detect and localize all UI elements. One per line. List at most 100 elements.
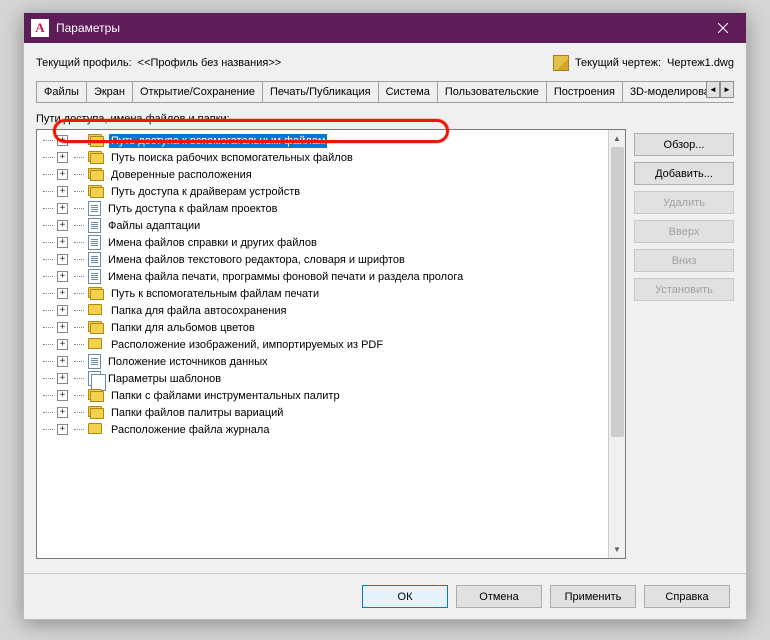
expand-icon[interactable]: + [57,203,68,214]
current-profile-label: Текущий профиль: [36,57,132,69]
tree-row-label: Путь поиска рабочих вспомогательных файл… [109,151,355,165]
folder-stack-icon [88,168,104,182]
tree-row[interactable]: + Папка для файла автосохранения [37,302,608,319]
folder-icon [88,304,104,318]
tab-4[interactable]: Система [378,81,438,102]
tree-row[interactable]: + Путь доступа к файлам проектов [37,200,608,217]
tree-row[interactable]: +Имена файлов справки и других файлов [37,234,608,251]
tree-row-label: Путь доступа к файлам проектов [106,202,280,216]
tab-2[interactable]: Открытие/Сохранение [132,81,263,102]
tree-row-label: Имена файла печати, программы фоновой пе… [106,270,465,284]
current-profile-value: <<Профиль без названия>> [138,57,282,69]
tab-0[interactable]: Файлы [36,81,87,102]
tab-scroll-left[interactable]: ◄ [706,81,720,98]
expand-icon[interactable]: + [57,288,68,299]
tree-row-label: Папка для файла автосохранения [109,304,288,318]
tree-row[interactable]: + Имена файла печати, программы фоновой п… [37,268,608,285]
folder-icon [88,338,104,352]
profile-row: Текущий профиль: <<Профиль без названия>… [36,51,734,75]
expand-icon[interactable]: + [57,322,68,333]
tree-row[interactable]: + Папки с файлами инструментальных палитр [37,387,608,404]
tab-6[interactable]: Построения [546,81,623,102]
tree-row-label: Папки для альбомов цветов [109,321,257,335]
expand-icon[interactable]: + [57,152,68,163]
close-icon [718,23,728,33]
expand-icon[interactable]: + [57,135,68,146]
tree-row[interactable]: +Путь доступа к вспомогательным файлам [37,132,608,149]
expand-icon[interactable]: + [57,373,68,384]
scroll-thumb[interactable] [611,147,624,437]
tree-row[interactable]: + Путь доступа к драйверам устройств [37,183,608,200]
expand-icon[interactable]: + [57,271,68,282]
tree-scrollbar[interactable]: ▲ ▼ [608,130,625,558]
drawing-icon [553,55,569,71]
tree-row-label: Папки с файлами инструментальных палитр [109,389,342,403]
folder-icon [88,423,104,437]
move-down-button: Вниз [634,249,734,272]
document-icon [88,252,101,267]
expand-icon[interactable]: + [57,356,68,367]
document-icon [88,354,101,369]
scroll-down-icon[interactable]: ▼ [609,541,625,558]
tree-row[interactable]: + Параметры шаблонов [37,370,608,387]
current-drawing-value: Чертеж1.dwg [667,57,734,69]
set-button: Установить [634,278,734,301]
scroll-up-icon[interactable]: ▲ [609,130,625,147]
help-button[interactable]: Справка [644,585,730,608]
expand-icon[interactable]: + [57,305,68,316]
tree-section-label: Пути доступа, имена файлов и папки: [36,113,626,125]
move-up-button: Вверх [634,220,734,243]
document-icon [88,201,101,216]
cancel-button[interactable]: Отмена [456,585,542,608]
tab-5[interactable]: Пользовательские [437,81,547,102]
tab-3[interactable]: Печать/Публикация [262,81,379,102]
ok-button[interactable]: ОК [362,585,448,608]
tree-row-label: Путь к вспомогательным файлам печати [109,287,321,301]
folder-stack-icon [88,134,104,148]
expand-icon[interactable]: + [57,390,68,401]
browse-button[interactable]: Обзор... [634,133,734,156]
expand-icon[interactable]: + [57,220,68,231]
tree-row[interactable]: + Имена файлов текстового редактора, слов… [37,251,608,268]
expand-icon[interactable]: + [57,254,68,265]
add-button[interactable]: Добавить... [634,162,734,185]
tree-container: +Путь доступа к вспомогательным файлам+П… [36,129,626,559]
expand-icon[interactable]: + [57,237,68,248]
document-icon [88,218,101,233]
tree-row-label: Файлы адаптации [106,219,202,233]
tree-row-label: Путь доступа к драйверам устройств [109,185,302,199]
expand-icon[interactable]: + [57,186,68,197]
folder-stack-icon [88,287,104,301]
tree-row[interactable]: + Путь к вспомогательным файлам печати [37,285,608,302]
titlebar: A Параметры [24,13,746,43]
tree-row[interactable]: + Путь поиска рабочих вспомогательных фай… [37,149,608,166]
expand-icon[interactable]: + [57,424,68,435]
folder-stack-icon [88,406,104,420]
tree-row-label: Положение источников данных [106,355,270,369]
tab-scroll-right[interactable]: ► [720,81,734,98]
tree-row[interactable]: + Расположение изображений, импортируемых… [37,336,608,353]
tree-row-label: Имена файлов текстового редактора, слова… [106,253,407,267]
expand-icon[interactable]: + [57,339,68,350]
tree-row-label: Расположение изображений, импортируемых … [109,338,385,352]
tree-row-label: Параметры шаблонов [106,372,223,386]
apply-button[interactable]: Применить [550,585,636,608]
tab-7[interactable]: 3D-моделирова [622,81,717,102]
document-icon [88,235,101,250]
tree-row[interactable]: + Положение источников данных [37,353,608,370]
tree-row[interactable]: + Файлы адаптации [37,217,608,234]
expand-icon[interactable]: + [57,169,68,180]
tree[interactable]: +Путь доступа к вспомогательным файлам+П… [37,130,608,558]
tab-1[interactable]: Экран [86,81,133,102]
tree-row[interactable]: +Расположение файла журнала [37,421,608,438]
tree-row[interactable]: +Папки файлов палитры вариаций [37,404,608,421]
expand-icon[interactable]: + [57,407,68,418]
app-icon: A [31,19,49,37]
folder-stack-icon [88,389,104,403]
document-stack-icon [88,371,101,386]
tree-row[interactable]: + Папки для альбомов цветов [37,319,608,336]
close-button[interactable] [700,13,746,43]
folder-stack-icon [88,151,104,165]
tab-strip: ФайлыЭкранОткрытие/СохранениеПечать/Публ… [36,81,734,103]
tree-row[interactable]: +Доверенные расположения [37,166,608,183]
